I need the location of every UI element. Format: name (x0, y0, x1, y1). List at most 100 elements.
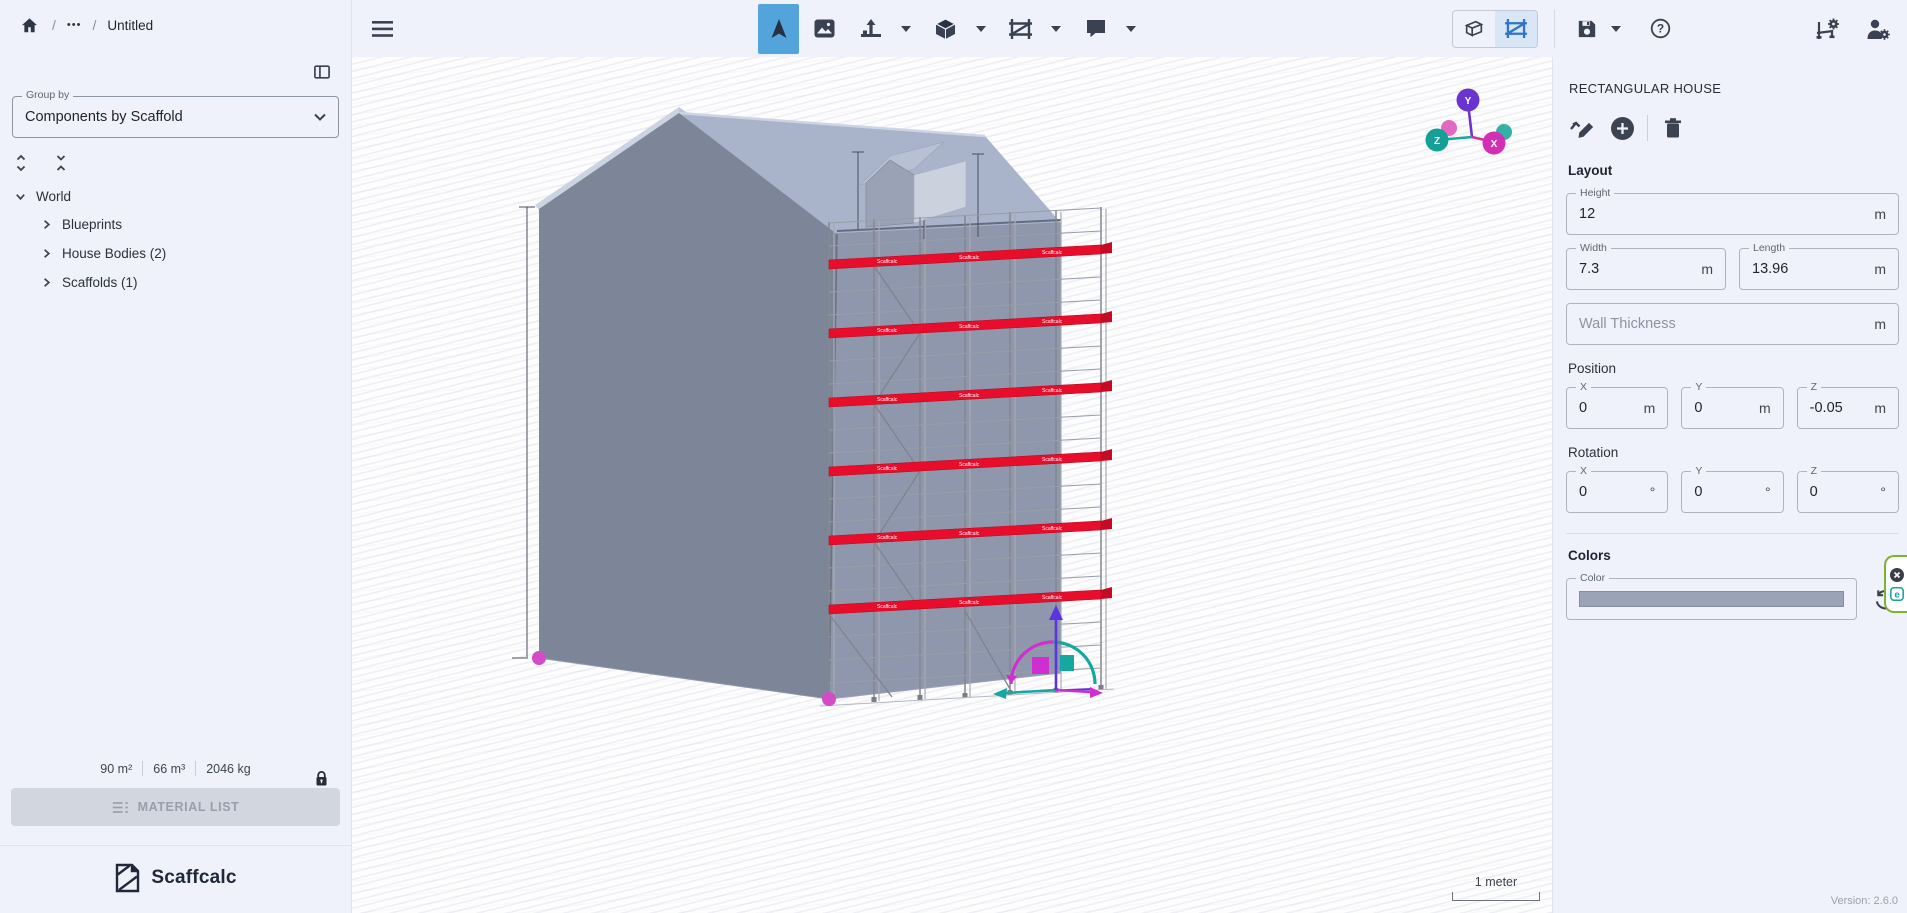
house-body-tool-dropdown[interactable] (896, 4, 916, 54)
chevron-right-icon (40, 247, 53, 260)
extension-e-icon[interactable]: e (1890, 587, 1904, 601)
caret-down-icon (976, 26, 986, 32)
expand-all-button[interactable] (8, 150, 34, 176)
scaffold-settings-button[interactable] (1813, 11, 1843, 47)
project-title[interactable]: Untitled (107, 18, 153, 33)
list-icon (112, 801, 129, 814)
house-body[interactable] (535, 107, 1061, 699)
wall-thickness-field[interactable]: m (1566, 303, 1899, 345)
close-circle-icon[interactable] (1890, 568, 1904, 582)
tree-item-scaffolds[interactable]: Scaffolds (1) (0, 268, 351, 297)
box-tool-dropdown[interactable] (971, 4, 991, 54)
scaffold-tool-button[interactable] (1000, 4, 1041, 54)
length-input[interactable] (1752, 261, 1868, 277)
svg-text:Scaffcalc: Scaffcalc (877, 259, 898, 265)
collapse-sidebar-button[interactable] (310, 60, 334, 84)
position-x-label: X (1576, 381, 1591, 393)
save-button[interactable] (1570, 9, 1604, 49)
rotation-x-field[interactable]: X ° (1566, 471, 1668, 513)
rotation-z-field[interactable]: Z ° (1797, 471, 1899, 513)
box-tool-button[interactable] (925, 4, 966, 54)
color-field[interactable]: Color (1566, 578, 1857, 620)
position-y-input[interactable] (1694, 400, 1753, 416)
browser-extension-widget[interactable]: e (1884, 555, 1907, 613)
rotation-z-input[interactable] (1810, 484, 1875, 500)
svg-text:Scaffcalc: Scaffcalc (877, 535, 898, 541)
position-x-unit: m (1644, 400, 1656, 416)
select-tool-button[interactable] (758, 4, 799, 54)
save-dropdown[interactable] (1606, 9, 1626, 49)
tree-item-label: Scaffolds (1) (62, 275, 138, 290)
svg-text:Scaffcalc: Scaffcalc (877, 604, 898, 610)
layout-heading: Layout (1568, 163, 1899, 178)
edit-house-button[interactable] (1567, 113, 1597, 143)
view-3d-box-button[interactable] (1453, 11, 1495, 47)
width-input[interactable] (1579, 261, 1695, 277)
comment-icon (1086, 19, 1106, 38)
length-field[interactable]: Length m (1739, 248, 1899, 290)
axis-label-y: Y (1465, 96, 1472, 107)
orientation-gizmo[interactable]: Y Z X (1426, 89, 1513, 155)
delete-button[interactable] (1658, 113, 1688, 143)
position-x-input[interactable] (1579, 400, 1638, 416)
toolbar: ? (352, 0, 1907, 57)
height-field[interactable]: Height m (1566, 193, 1899, 235)
view-scaffold-button[interactable] (1495, 11, 1537, 47)
breadcrumb-ellipsis-button[interactable]: ••• (67, 19, 82, 31)
rotation-y-label: Y (1691, 465, 1706, 477)
corner-handle[interactable] (532, 651, 546, 665)
corner-handle[interactable] (822, 692, 836, 706)
width-field[interactable]: Width m (1566, 248, 1726, 290)
brand: Scaffcalc (0, 846, 351, 913)
hamburger-icon (372, 21, 393, 37)
comment-tool-dropdown[interactable] (1121, 4, 1141, 54)
comment-tool-button[interactable] (1075, 4, 1116, 54)
scene-3d[interactable]: Scaffcalc Scaffcalc Scaffcalc Scaffcalc Sca… (352, 57, 1552, 913)
tree-item-world[interactable]: World (0, 182, 351, 210)
rotation-x-input[interactable] (1579, 484, 1644, 500)
group-by-select[interactable]: Group by Components by Scaffold (12, 96, 339, 138)
wall-thickness-input[interactable] (1579, 316, 1868, 332)
position-y-field[interactable]: Y m (1681, 387, 1783, 429)
caret-down-icon (1126, 26, 1136, 32)
total-area: 90 m² (100, 762, 132, 776)
material-list-button[interactable]: MATERIAL LIST (11, 788, 340, 826)
viewport-canvas[interactable]: Scaffcalc Scaffcalc Scaffcalc Scaffcalc Sca… (352, 57, 1552, 913)
svg-text:Scaffcalc: Scaffcalc (877, 397, 898, 403)
position-x-field[interactable]: X m (1566, 387, 1668, 429)
color-swatch[interactable] (1579, 591, 1844, 607)
menu-button[interactable] (366, 13, 398, 45)
add-circle-icon (1610, 116, 1635, 141)
gizmo-plane-handle-xy[interactable] (1032, 657, 1049, 674)
svg-text:Scaffcalc: Scaffcalc (1042, 319, 1063, 325)
scaffold-tool-dropdown[interactable] (1046, 4, 1066, 54)
tree-item-house-bodies[interactable]: House Bodies (2) (0, 239, 351, 268)
rotation-z-label: Z (1807, 465, 1821, 477)
edit-house-icon (1569, 117, 1595, 139)
rotation-y-input[interactable] (1694, 484, 1759, 500)
rotation-y-field[interactable]: Y ° (1681, 471, 1783, 513)
home-icon (20, 16, 39, 35)
chevron-right-icon (40, 276, 53, 289)
add-button[interactable] (1607, 113, 1637, 143)
collapse-all-button[interactable] (48, 150, 74, 176)
home-button[interactable] (17, 13, 41, 37)
svg-text:Scaffcalc: Scaffcalc (959, 324, 980, 330)
svg-text:Scaffcalc: Scaffcalc (1042, 457, 1063, 463)
position-z-input[interactable] (1810, 400, 1869, 416)
sidebar: / ••• / Untitled Group by Components by … (0, 0, 352, 913)
tree-item-blueprints[interactable]: Blueprints (0, 210, 351, 239)
user-settings-button[interactable] (1863, 11, 1893, 47)
height-input[interactable] (1579, 206, 1868, 222)
tree-item-label: World (36, 189, 71, 204)
brand-name: Scaffcalc (151, 867, 236, 889)
svg-text:Scaffcalc: Scaffcalc (959, 531, 980, 537)
gizmo-plane-handle-yz[interactable] (1060, 655, 1074, 671)
blueprint-image-tool-button[interactable] (804, 4, 845, 54)
svg-text:Scaffcalc: Scaffcalc (1042, 388, 1063, 394)
house-body-tool-button[interactable] (850, 4, 891, 54)
help-button[interactable]: ? (1640, 9, 1680, 49)
position-z-field[interactable]: Z m (1797, 387, 1899, 429)
object-tree: World Blueprints House Bodies (2) Scaffo… (0, 182, 351, 297)
rotation-x-unit: ° (1650, 484, 1656, 500)
